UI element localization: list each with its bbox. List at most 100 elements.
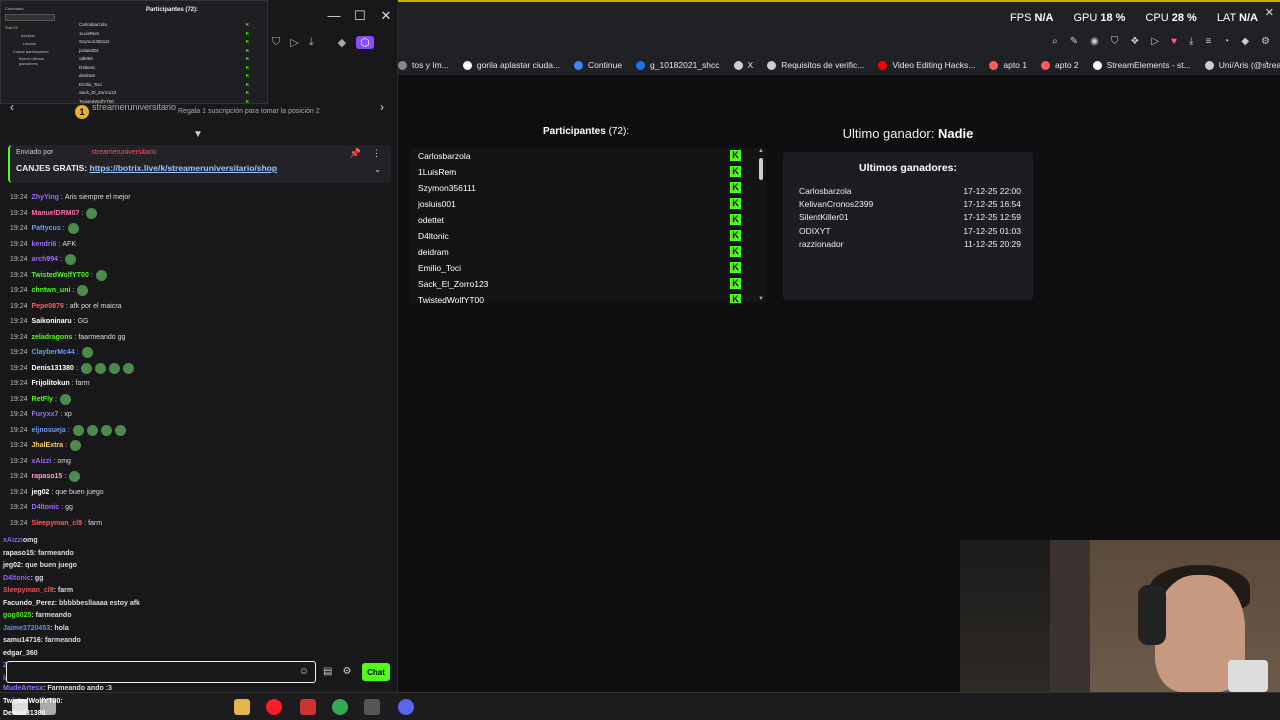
more-options-icon[interactable]: ⋮ <box>372 148 381 159</box>
chat-username[interactable]: Sleepyman_cl9 <box>32 520 83 527</box>
menu-icon[interactable]: ≡ <box>1205 36 1211 47</box>
chat-username[interactable]: ZhyYing <box>32 194 59 201</box>
emote-icon <box>86 207 98 219</box>
winner-row: SilentKiller01 17-12-25 12:59 <box>799 212 1021 225</box>
bookmark-item[interactable]: apto 1 <box>989 60 1027 70</box>
calendar-icon[interactable]: ▤ <box>323 666 332 677</box>
chat-username[interactable]: chntwn_uni <box>32 287 71 294</box>
close-button[interactable]: ✕ <box>375 4 397 28</box>
chat-username[interactable]: D4ltonic <box>32 504 60 511</box>
emote-icon <box>59 393 71 405</box>
chat-username[interactable]: eljnosueja <box>32 427 66 434</box>
overlay-username: MudeArtesx <box>3 685 44 692</box>
heart-icon[interactable]: ♥ <box>1171 36 1177 47</box>
chat-username[interactable]: rapaso15 <box>32 473 63 480</box>
participant-row: Carlosbarzola K <box>410 148 766 164</box>
chat-username[interactable]: Denis131380 <box>32 365 74 372</box>
close-icon[interactable]: ✕ <box>1265 6 1274 19</box>
profile-icon[interactable]: ◔ <box>1223 36 1229 47</box>
chat-username[interactable]: Pepe0876 <box>32 303 64 310</box>
chat-username[interactable]: ClayberMc44 <box>32 349 75 356</box>
chat-username[interactable]: xAizzi <box>32 458 52 465</box>
bookmarks-more-icon[interactable]: › <box>1265 57 1268 67</box>
maximize-button[interactable]: ☐ <box>349 4 371 28</box>
chevron-down-icon[interactable]: ⌄ <box>374 165 381 174</box>
chat-username[interactable]: arch994 <box>32 256 58 263</box>
chat-username[interactable]: Frijolitokun <box>32 380 70 387</box>
overlay-text: : que buen juego <box>20 562 77 569</box>
extension-icon[interactable]: ⬡ <box>356 36 374 49</box>
bookmark-item[interactable]: Continue <box>574 60 622 70</box>
diamond-icon[interactable]: ◆ <box>338 36 346 49</box>
mini-delete-winners-button[interactable]: Borrar ultimos ganadores <box>5 56 45 66</box>
winner-row: Carlosbarzola 17-12-25 22:00 <box>799 186 1021 199</box>
chat-separator: : <box>54 395 57 403</box>
chat-message: 19:24 ManuelDRM07: <box>10 206 390 222</box>
bookmark-item[interactable]: apto 2 <box>1041 60 1079 70</box>
vpn-icon[interactable]: ❖ <box>1130 36 1139 47</box>
chat-username[interactable]: kendri6 <box>32 241 57 248</box>
shop-link[interactable]: https://botrix.live/k/streameruniversita… <box>90 163 278 173</box>
bookmark-item[interactable]: Requisitos de verific... <box>767 60 864 70</box>
overlay-text: : farm <box>53 587 74 594</box>
bookmark-item[interactable]: tos y Im... <box>398 60 449 70</box>
winner-date: 17-12-25 16:54 <box>963 199 1021 210</box>
mini-command-input[interactable] <box>5 14 55 21</box>
chevron-right-icon[interactable]: › <box>380 100 384 114</box>
edit-icon[interactable]: ✎ <box>1070 36 1078 47</box>
chat-text: omg <box>57 457 71 465</box>
mini-clear-button[interactable]: Limpiar <box>5 40 65 48</box>
gear-icon[interactable]: ⚙ <box>342 666 351 677</box>
bookmark-item[interactable]: Uni/Aris (@streame... <box>1204 60 1280 70</box>
last-winner: Ultimo ganador: Nadie <box>783 126 1033 141</box>
lat-readout: LAT N/A <box>1216 12 1258 24</box>
chat-username[interactable]: Saikoninaru <box>32 318 72 325</box>
chat-username[interactable]: RetFly <box>32 396 53 403</box>
settings-icon[interactable]: ⚙ <box>1261 36 1270 47</box>
chat-username[interactable]: JhalExtra <box>32 442 64 449</box>
bookmark-item[interactable]: g_10182021_shcc <box>636 60 720 70</box>
bookmark-item[interactable]: gorila aplastar ciuda... <box>462 60 560 70</box>
bookmark-item[interactable]: StreamElements - st... <box>1092 60 1191 70</box>
participants-scrollbar[interactable]: ▲ ▼ <box>758 148 764 302</box>
bookmark-item[interactable]: Video Editing Hacks... <box>878 60 975 70</box>
scroll-down-icon[interactable]: ▼ <box>758 296 764 302</box>
app-icon[interactable] <box>300 699 316 715</box>
emoji-icon[interactable]: ☺ <box>299 666 309 677</box>
chat-message: 19:24 Sleepyman_cl9: farm <box>10 516 390 532</box>
chat-separator: : <box>51 488 54 496</box>
file-explorer-icon[interactable] <box>234 699 250 715</box>
chrome-icon[interactable] <box>332 699 348 715</box>
diamond-icon[interactable]: ◆ <box>1241 36 1249 47</box>
pin-icon[interactable]: 📌 <box>350 148 361 159</box>
chat-username[interactable]: Furyxx7 <box>32 411 59 418</box>
shield-icon[interactable]: ⛉ <box>1111 36 1119 47</box>
chat-username[interactable]: ManuelDRM07 <box>32 210 80 217</box>
scroll-thumb[interactable] <box>759 158 763 180</box>
camera-icon[interactable]: ◉ <box>1090 36 1099 47</box>
mini-copy-button[interactable]: Copiar participantes <box>5 48 65 56</box>
download-icon[interactable]: ⤓ <box>309 36 314 49</box>
opera-icon[interactable] <box>266 699 282 715</box>
chat-username[interactable]: zeladragons <box>32 334 73 341</box>
discord-icon[interactable] <box>398 699 414 715</box>
search-icon[interactable]: ⌕ <box>1052 36 1058 47</box>
chat-username[interactable]: Pattycus <box>32 225 61 232</box>
collapse-icon[interactable]: ▼ <box>193 129 203 140</box>
download-icon[interactable]: ⤓ <box>1189 36 1193 47</box>
overlay-message: jeg02: que buen juego <box>3 560 243 573</box>
calculator-icon[interactable] <box>364 699 380 715</box>
scroll-up-icon[interactable]: ▲ <box>758 148 764 154</box>
play-icon[interactable]: ▷ <box>1151 36 1159 47</box>
chat-send-button[interactable]: Chat <box>362 663 390 681</box>
overlay-username: D4ltonic <box>3 574 31 582</box>
minimize-button[interactable]: — <box>323 4 345 28</box>
shield-icon[interactable]: ⛉ <box>272 36 280 49</box>
chat-username[interactable]: TwistedWolfYT00 <box>32 272 89 279</box>
chat-input[interactable] <box>7 662 287 682</box>
mini-accept-button[interactable]: Aceptar <box>5 32 65 40</box>
play-icon[interactable]: ▷ <box>290 36 298 49</box>
chat-username[interactable]: jeg02 <box>32 489 50 496</box>
bookmark-item[interactable]: X <box>733 60 753 70</box>
pinned-sender[interactable]: streameruniversitario <box>91 149 156 156</box>
